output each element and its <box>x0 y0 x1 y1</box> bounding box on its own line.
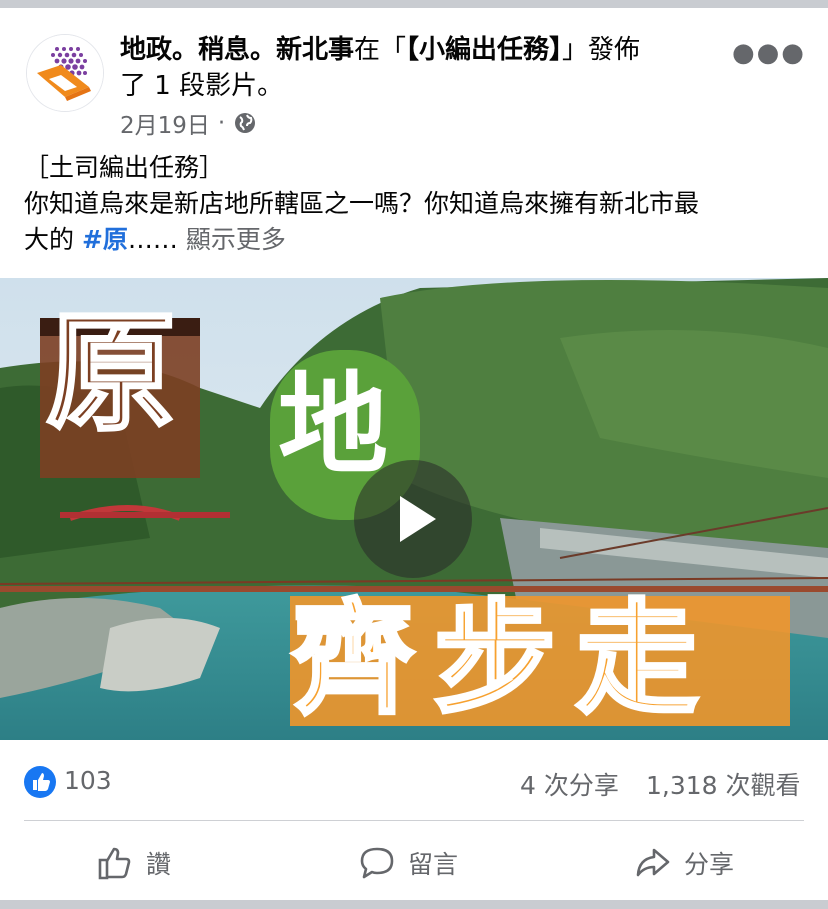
like-button-label: 讚 <box>146 850 172 879</box>
post-text-line2: 你知道烏來是新店地所轄區之一嗎？你知道烏來擁有新北市最 <box>24 189 700 218</box>
group-name-link[interactable]: 【小編出任務】 <box>406 35 562 65</box>
thumbs-up-icon <box>98 847 131 880</box>
like-button[interactable]: 讚 <box>96 830 171 896</box>
comment-button[interactable]: 留言 <box>358 830 458 896</box>
post-stats: 103 4 次分享 1,318 次觀看 <box>0 758 828 808</box>
share-icon <box>636 848 670 877</box>
see-more-link[interactable]: 顯示更多 <box>186 225 286 254</box>
video-title-chars-3: 齊步走 <box>290 588 718 730</box>
post-date[interactable]: 2月19日 <box>120 106 210 140</box>
more-options-button[interactable]: ●●● <box>732 38 806 68</box>
title-action-1: 」發佈 <box>562 35 641 65</box>
share-button[interactable]: 分享 <box>634 830 734 896</box>
play-button[interactable] <box>354 460 472 578</box>
page-name-link[interactable]: 地政。稍息。新北事 <box>120 35 354 65</box>
post-text-line1: ［土司編出任務］ <box>24 153 225 182</box>
ellipsis: …… <box>127 225 178 254</box>
action-bar: 讚 留言 分享 <box>0 830 828 896</box>
meta-separator: · <box>217 110 226 136</box>
page-logo-icon <box>27 35 103 111</box>
post-header: 地政。稍息。新北事在「【小編出任務】」發佈 了 1 段影片。 ●●● 2月19日… <box>0 8 828 140</box>
globe-icon <box>235 113 256 133</box>
share-button-label: 分享 <box>684 850 735 879</box>
title-connector: 在「 <box>354 35 407 65</box>
post-meta: 2月19日 · <box>120 106 257 140</box>
view-count: 1,318 次觀看 <box>646 771 801 800</box>
video-title-char-2: 地 <box>278 361 388 489</box>
comment-button-label: 留言 <box>408 850 459 879</box>
like-reaction-icon <box>24 766 56 798</box>
video-title-char-1: 原 <box>44 297 177 449</box>
post-card: 地政。稍息。新北事在「【小編出任務】」發佈 了 1 段影片。 ●●● 2月19日… <box>0 8 828 900</box>
post-text-line3: 大的 #原…… 顯示更多 <box>24 222 814 258</box>
comment-icon <box>360 847 394 879</box>
post-text: ［土司編出任務］ 你知道烏來是新店地所轄區之一嗎？你知道烏來擁有新北市最 大的 … <box>24 150 814 258</box>
post-title: 地政。稍息。新北事在「【小編出任務】」發佈 了 1 段影片。 <box>120 32 740 104</box>
hashtag-link[interactable]: #原 <box>82 225 128 254</box>
post-text-prefix: 大的 <box>24 225 82 254</box>
feed-separator <box>0 900 828 909</box>
page-avatar[interactable] <box>26 34 104 112</box>
title-action-2: 了 1 段影片。 <box>120 71 284 101</box>
divider <box>24 820 804 821</box>
share-count[interactable]: 4 次分享 <box>520 766 619 802</box>
like-count[interactable]: 103 <box>64 766 112 795</box>
